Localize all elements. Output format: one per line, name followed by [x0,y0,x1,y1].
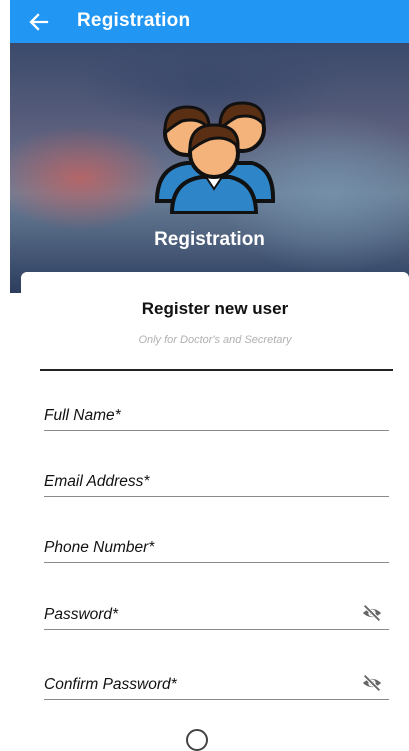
field-label: Password* [44,606,119,623]
field-label: Confirm Password* [44,676,177,693]
password-field[interactable]: Password* [44,595,389,630]
card-title: Register new user [141,299,289,318]
field-label: Email Address* [44,473,150,490]
app-bar: Registration [10,0,409,43]
hero-banner: Registration [10,43,409,293]
full-name-field[interactable]: Full Name* [44,396,389,431]
visibility-off-icon[interactable] [361,672,383,694]
phone-number-field[interactable]: Phone Number* [44,528,389,563]
field-label: Phone Number* [44,539,155,556]
radio-icon[interactable] [186,729,208,751]
arrow-back-icon[interactable] [29,12,51,31]
confirm-password-field[interactable]: Confirm Password* [44,665,389,700]
divider [40,369,393,371]
email-field[interactable]: Email Address* [44,462,389,497]
hero-title: Registration [154,229,265,250]
users-group-icon [154,101,276,214]
visibility-off-icon[interactable] [361,602,383,624]
registration-card: Register new user Only for Doctor's and … [21,272,409,738]
app-bar-title: Registration [77,9,191,31]
field-label: Full Name* [44,407,121,424]
card-subtitle: Only for Doctor's and Secretary [138,334,292,346]
